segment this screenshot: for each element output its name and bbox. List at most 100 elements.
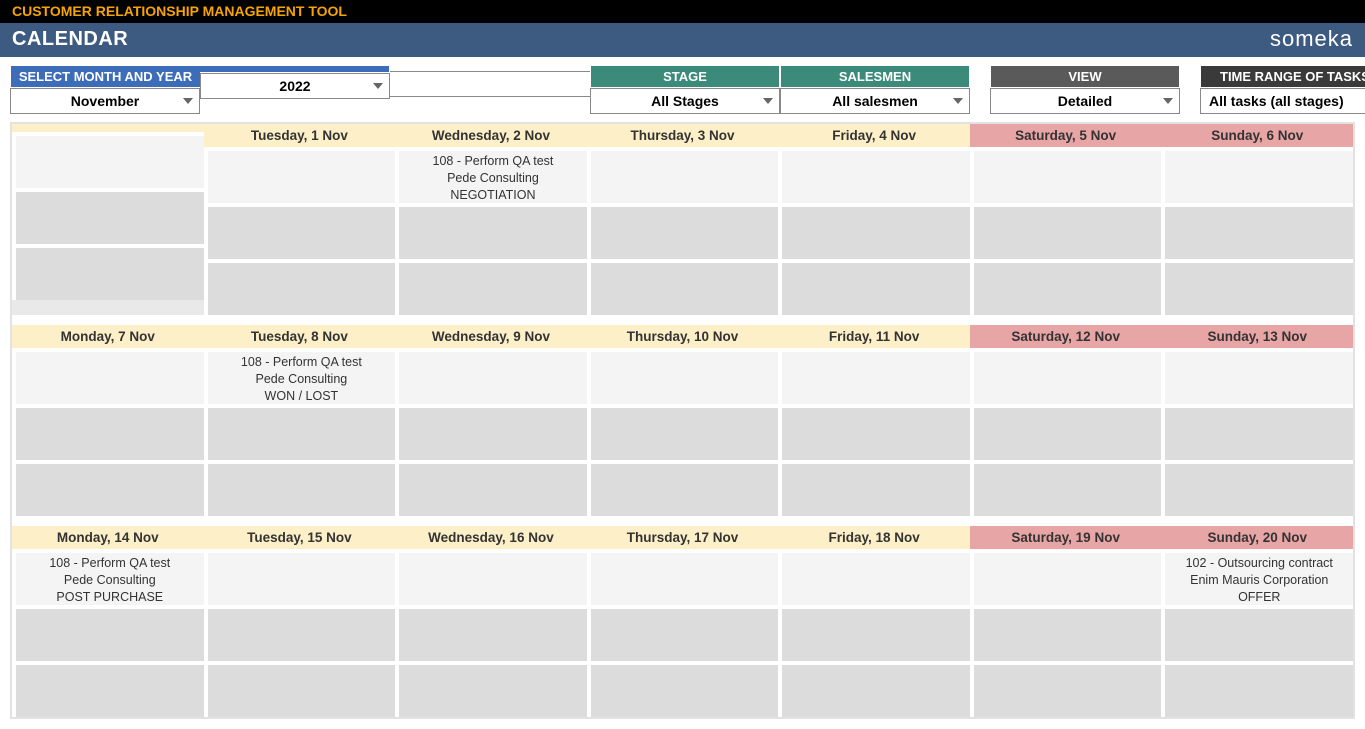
- task-slot[interactable]: [1161, 348, 1353, 404]
- task-slot[interactable]: [587, 605, 779, 661]
- task-slot[interactable]: [12, 188, 204, 244]
- task-slot[interactable]: [204, 549, 396, 605]
- task-slot[interactable]: [395, 404, 587, 460]
- task-slot[interactable]: [970, 605, 1162, 661]
- salesmen-select[interactable]: All salesmen: [780, 88, 970, 114]
- task-slot[interactable]: [970, 259, 1162, 315]
- task-slot[interactable]: [395, 549, 587, 605]
- range-header: TIME RANGE OF TASKS: [1200, 65, 1365, 88]
- day-header: Wednesday, 2 Nov: [395, 124, 587, 147]
- task-slot[interactable]: [778, 259, 970, 315]
- task-slot[interactable]: [970, 661, 1162, 717]
- day-header: Tuesday, 15 Nov: [204, 526, 396, 549]
- chevron-down-icon: [1163, 98, 1173, 104]
- week-row: Monday, 14 Nov108 - Perform QA testPede …: [12, 526, 1353, 717]
- week-row: Monday, 7 NovTuesday, 8 Nov108 - Perform…: [12, 325, 1353, 516]
- task-slot[interactable]: 108 - Perform QA testPede ConsultingPOST…: [12, 549, 204, 605]
- task-slot[interactable]: [778, 605, 970, 661]
- day-cell: Wednesday, 16 Nov: [395, 526, 587, 717]
- task-slot[interactable]: [587, 549, 779, 605]
- view-value: Detailed: [1058, 93, 1112, 109]
- task-slot[interactable]: [778, 661, 970, 717]
- task-slot[interactable]: [587, 203, 779, 259]
- stage-header: STAGE: [590, 65, 780, 88]
- task-slot[interactable]: 102 - Outsourcing contractEnim Mauris Co…: [1161, 549, 1353, 605]
- day-header: Tuesday, 8 Nov: [204, 325, 396, 348]
- task-slot[interactable]: [970, 549, 1162, 605]
- task-slot[interactable]: 108 - Perform QA testPede ConsultingNEGO…: [395, 147, 587, 203]
- day-header: Wednesday, 16 Nov: [395, 526, 587, 549]
- year-select[interactable]: 2022: [200, 73, 390, 99]
- task-slot[interactable]: [204, 404, 396, 460]
- task-slot[interactable]: [970, 404, 1162, 460]
- task-slot[interactable]: [1161, 404, 1353, 460]
- task-slot[interactable]: [12, 244, 204, 300]
- task-slot[interactable]: [778, 549, 970, 605]
- chevron-down-icon: [953, 98, 963, 104]
- task-slot[interactable]: [395, 460, 587, 516]
- task-slot[interactable]: [587, 661, 779, 717]
- task-slot[interactable]: [395, 605, 587, 661]
- view-header: VIEW: [990, 65, 1180, 88]
- month-select[interactable]: November: [10, 88, 200, 114]
- controls-row: SELECT MONTH AND YEAR November 2022 STAG…: [10, 65, 1355, 114]
- calendar-grid: Tuesday, 1 NovWednesday, 2 Nov108 - Perf…: [10, 122, 1355, 719]
- task-slot[interactable]: [1161, 460, 1353, 516]
- task-slot[interactable]: [1161, 661, 1353, 717]
- day-header: Tuesday, 1 Nov: [204, 124, 396, 147]
- day-cell: Friday, 4 Nov: [778, 124, 970, 315]
- task-slot[interactable]: [12, 460, 204, 516]
- task-slot[interactable]: [395, 661, 587, 717]
- task-slot[interactable]: [587, 147, 779, 203]
- task-slot[interactable]: [778, 460, 970, 516]
- task-slot[interactable]: [970, 203, 1162, 259]
- task-slot[interactable]: 108 - Perform QA testPede ConsultingWON …: [204, 348, 396, 404]
- chevron-down-icon: [763, 98, 773, 104]
- brand-logo: someka: [1270, 26, 1353, 52]
- day-cell: Monday, 7 Nov: [12, 325, 204, 516]
- task-slot[interactable]: [12, 132, 204, 188]
- task-slot[interactable]: [12, 605, 204, 661]
- task-slot[interactable]: [204, 203, 396, 259]
- task-slot[interactable]: [12, 348, 204, 404]
- task-slot[interactable]: [1161, 605, 1353, 661]
- task-slot[interactable]: [778, 147, 970, 203]
- task-slot[interactable]: [204, 661, 396, 717]
- task-slot[interactable]: [395, 348, 587, 404]
- task-slot[interactable]: [1161, 203, 1353, 259]
- day-cell: Tuesday, 15 Nov: [204, 526, 396, 717]
- task-slot[interactable]: [1161, 147, 1353, 203]
- day-header: Monday, 7 Nov: [12, 325, 204, 348]
- day-header: Wednesday, 9 Nov: [395, 325, 587, 348]
- task-slot[interactable]: [12, 661, 204, 717]
- task-slot[interactable]: [587, 460, 779, 516]
- day-header: Friday, 11 Nov: [778, 325, 970, 348]
- task-slot[interactable]: [778, 348, 970, 404]
- task-slot[interactable]: [395, 259, 587, 315]
- stage-select[interactable]: All Stages: [590, 88, 780, 114]
- page-title: CALENDAR: [12, 28, 128, 51]
- day-header: Friday, 18 Nov: [778, 526, 970, 549]
- task-slot[interactable]: [587, 259, 779, 315]
- task-slot[interactable]: [204, 147, 396, 203]
- task-slot[interactable]: [970, 460, 1162, 516]
- task-slot[interactable]: [587, 348, 779, 404]
- task-slot[interactable]: [204, 605, 396, 661]
- task-slot[interactable]: [12, 404, 204, 460]
- task-slot[interactable]: [395, 203, 587, 259]
- year-value: 2022: [279, 78, 310, 94]
- task-slot[interactable]: [970, 348, 1162, 404]
- day-header: Sunday, 13 Nov: [1161, 325, 1353, 348]
- day-header: [12, 124, 204, 132]
- task-slot[interactable]: [970, 147, 1162, 203]
- range-select[interactable]: All tasks (all stages): [1200, 88, 1365, 114]
- view-select[interactable]: Detailed: [990, 88, 1180, 114]
- task-slot[interactable]: [778, 404, 970, 460]
- task-slot[interactable]: [204, 259, 396, 315]
- month-year-header-ext: [200, 65, 390, 73]
- task-slot[interactable]: [204, 460, 396, 516]
- day-cell: Saturday, 19 Nov: [970, 526, 1162, 717]
- task-slot[interactable]: [587, 404, 779, 460]
- task-slot[interactable]: [1161, 259, 1353, 315]
- task-slot[interactable]: [778, 203, 970, 259]
